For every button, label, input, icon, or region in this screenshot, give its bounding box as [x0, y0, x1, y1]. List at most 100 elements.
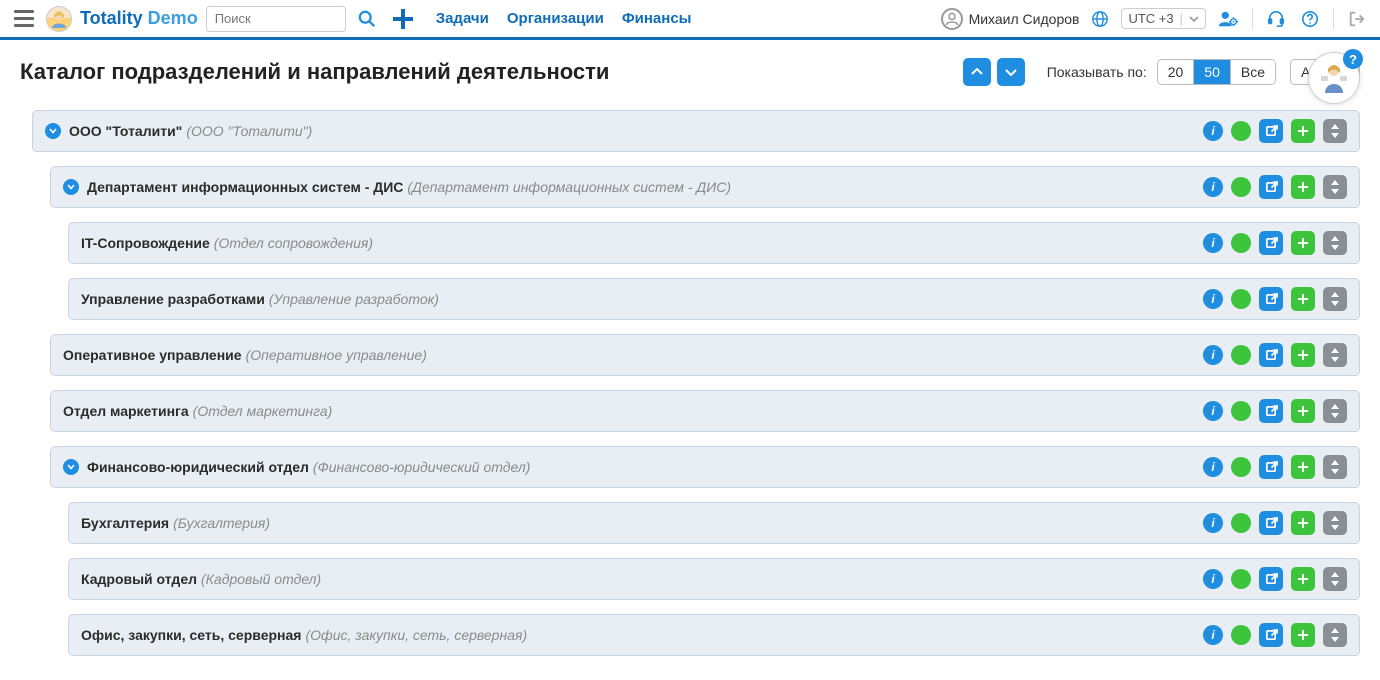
add-child-button[interactable] — [1291, 343, 1315, 367]
globe-icon[interactable] — [1087, 10, 1113, 28]
status-icon[interactable] — [1231, 513, 1251, 533]
row-subtitle: (Офис, закупки, сеть, серверная) — [305, 627, 527, 643]
reorder-button[interactable] — [1323, 231, 1347, 255]
info-icon[interactable]: i — [1203, 121, 1223, 141]
add-child-button[interactable] — [1291, 567, 1315, 591]
headset-icon[interactable] — [1263, 10, 1289, 28]
nav-links: Задачи Организации Финансы — [436, 10, 692, 27]
logo-text[interactable]: Totality Demo — [80, 8, 198, 29]
reorder-button[interactable] — [1323, 455, 1347, 479]
expand-all-button[interactable] — [997, 58, 1025, 86]
tree-row[interactable]: Кадровый отдел (Кадровый отдел)i — [68, 558, 1360, 600]
row-subtitle: (Бухгалтерия) — [173, 515, 270, 531]
status-icon[interactable] — [1231, 345, 1251, 365]
help-badge-icon: ? — [1343, 49, 1363, 69]
user-name: Михаил Сидоров — [969, 11, 1080, 27]
row-actions: i — [1203, 119, 1347, 143]
open-button[interactable] — [1259, 511, 1283, 535]
nav-tasks[interactable]: Задачи — [436, 10, 489, 27]
open-button[interactable] — [1259, 399, 1283, 423]
show-label: Показывать по: — [1047, 64, 1147, 80]
status-icon[interactable] — [1231, 177, 1251, 197]
open-button[interactable] — [1259, 567, 1283, 591]
help-icon[interactable] — [1297, 10, 1323, 28]
reorder-button[interactable] — [1323, 119, 1347, 143]
add-child-button[interactable] — [1291, 399, 1315, 423]
menu-icon[interactable] — [10, 6, 38, 31]
tree-row[interactable]: Оперативное управление (Оперативное упра… — [50, 334, 1360, 376]
info-icon[interactable]: i — [1203, 233, 1223, 253]
nav-finance[interactable]: Финансы — [622, 10, 692, 27]
add-child-button[interactable] — [1291, 175, 1315, 199]
add-child-button[interactable] — [1291, 623, 1315, 647]
status-icon[interactable] — [1231, 457, 1251, 477]
page-size-all[interactable]: Все — [1231, 60, 1275, 84]
open-button[interactable] — [1259, 231, 1283, 255]
row-title: IT-Сопровождение — [81, 235, 210, 251]
row-title: Оперативное управление — [63, 347, 242, 363]
page-size-group: 20 50 Все — [1157, 59, 1276, 85]
open-button[interactable] — [1259, 455, 1283, 479]
reorder-button[interactable] — [1323, 511, 1347, 535]
add-child-button[interactable] — [1291, 119, 1315, 143]
departments-tree: ООО "Тоталити" (ООО "Тоталити")i Департам… — [0, 96, 1380, 676]
info-icon[interactable]: i — [1203, 177, 1223, 197]
open-button[interactable] — [1259, 175, 1283, 199]
add-icon[interactable] — [388, 8, 418, 30]
reorder-button[interactable] — [1323, 287, 1347, 311]
reorder-button[interactable] — [1323, 399, 1347, 423]
row-title: Офис, закупки, сеть, серверная — [81, 627, 301, 643]
reorder-button[interactable] — [1323, 175, 1347, 199]
timezone-selector[interactable]: UTC +3 | — [1121, 8, 1206, 29]
search-input[interactable] — [206, 6, 346, 32]
tree-row[interactable]: Департамент информационных систем - ДИС … — [50, 166, 1360, 208]
open-button[interactable] — [1259, 343, 1283, 367]
add-child-button[interactable] — [1291, 287, 1315, 311]
status-icon[interactable] — [1231, 289, 1251, 309]
page-size-20[interactable]: 20 — [1158, 60, 1195, 84]
status-icon[interactable] — [1231, 233, 1251, 253]
status-icon[interactable] — [1231, 625, 1251, 645]
info-icon[interactable]: i — [1203, 513, 1223, 533]
chevron-down-icon[interactable] — [63, 179, 79, 195]
add-child-button[interactable] — [1291, 511, 1315, 535]
status-icon[interactable] — [1231, 569, 1251, 589]
add-child-button[interactable] — [1291, 455, 1315, 479]
tree-row[interactable]: Бухгалтерия (Бухгалтерия)i — [68, 502, 1360, 544]
reorder-button[interactable] — [1323, 343, 1347, 367]
row-actions: i — [1203, 567, 1347, 591]
nav-orgs[interactable]: Организации — [507, 10, 604, 27]
chevron-down-icon[interactable] — [45, 123, 61, 139]
chevron-down-icon[interactable] — [63, 459, 79, 475]
add-child-button[interactable] — [1291, 231, 1315, 255]
info-icon[interactable]: i — [1203, 457, 1223, 477]
collapse-all-button[interactable] — [963, 58, 991, 86]
user-menu[interactable]: Михаил Сидоров — [941, 8, 1080, 30]
search-icon[interactable] — [354, 8, 380, 30]
tree-row[interactable]: Финансово-юридический отдел (Финансово-ю… — [50, 446, 1360, 488]
open-button[interactable] — [1259, 119, 1283, 143]
tree-row[interactable]: Отдел маркетинга (Отдел маркетинга)i — [50, 390, 1360, 432]
reorder-button[interactable] — [1323, 567, 1347, 591]
info-icon[interactable]: i — [1203, 401, 1223, 421]
info-icon[interactable]: i — [1203, 625, 1223, 645]
open-button[interactable] — [1259, 287, 1283, 311]
user-settings-icon[interactable] — [1214, 10, 1242, 28]
tree-row[interactable]: IT-Сопровождение (Отдел сопровождения)i — [68, 222, 1360, 264]
status-icon[interactable] — [1231, 121, 1251, 141]
status-icon[interactable] — [1231, 401, 1251, 421]
logout-icon[interactable] — [1344, 10, 1370, 28]
row-subtitle: (Департамент информационных систем - ДИС… — [407, 179, 731, 195]
tree-row[interactable]: Офис, закупки, сеть, серверная (Офис, за… — [68, 614, 1360, 656]
tree-row[interactable]: ООО "Тоталити" (ООО "Тоталити")i — [32, 110, 1360, 152]
info-icon[interactable]: i — [1203, 345, 1223, 365]
info-icon[interactable]: i — [1203, 569, 1223, 589]
page-size-50[interactable]: 50 — [1194, 60, 1231, 84]
chevron-down-icon — [1189, 16, 1199, 22]
reorder-button[interactable] — [1323, 623, 1347, 647]
tree-row[interactable]: Управление разработками (Управление разр… — [68, 278, 1360, 320]
row-title: Управление разработками — [81, 291, 265, 307]
open-button[interactable] — [1259, 623, 1283, 647]
assistant-bubble[interactable]: ? — [1308, 52, 1360, 104]
info-icon[interactable]: i — [1203, 289, 1223, 309]
